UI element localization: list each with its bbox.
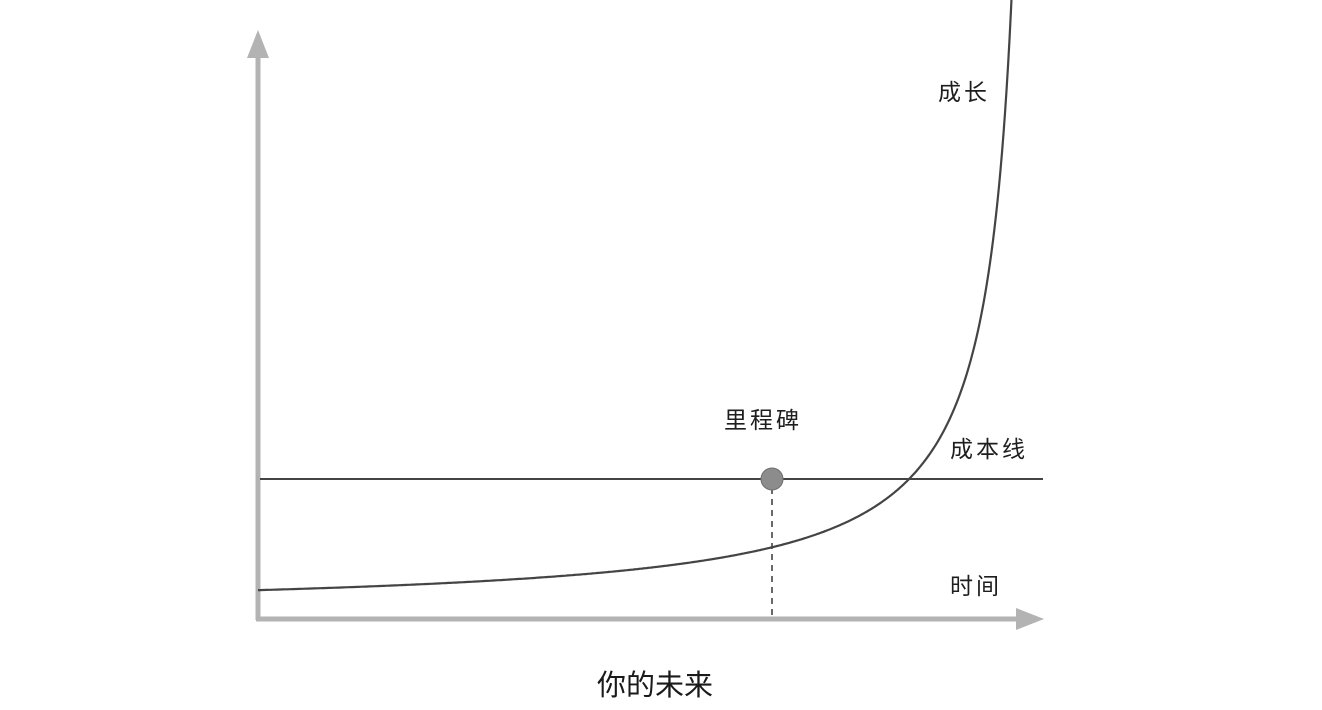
x-axis-arrow-icon	[1016, 608, 1044, 630]
growth-diagram: 成长 里程碑 成本线 时间 你的未来	[247, 0, 1044, 702]
milestone-marker	[760, 467, 784, 491]
y-axis-arrow-icon	[247, 30, 269, 58]
growth-curve	[258, 0, 1013, 592]
milestone-label: 里程碑	[724, 408, 802, 434]
cost-line-label: 成本线	[950, 437, 1028, 463]
time-axis-label: 时间	[950, 574, 1002, 600]
growth-label: 成长	[938, 80, 990, 106]
diagram-caption: 你的未来	[597, 668, 713, 702]
